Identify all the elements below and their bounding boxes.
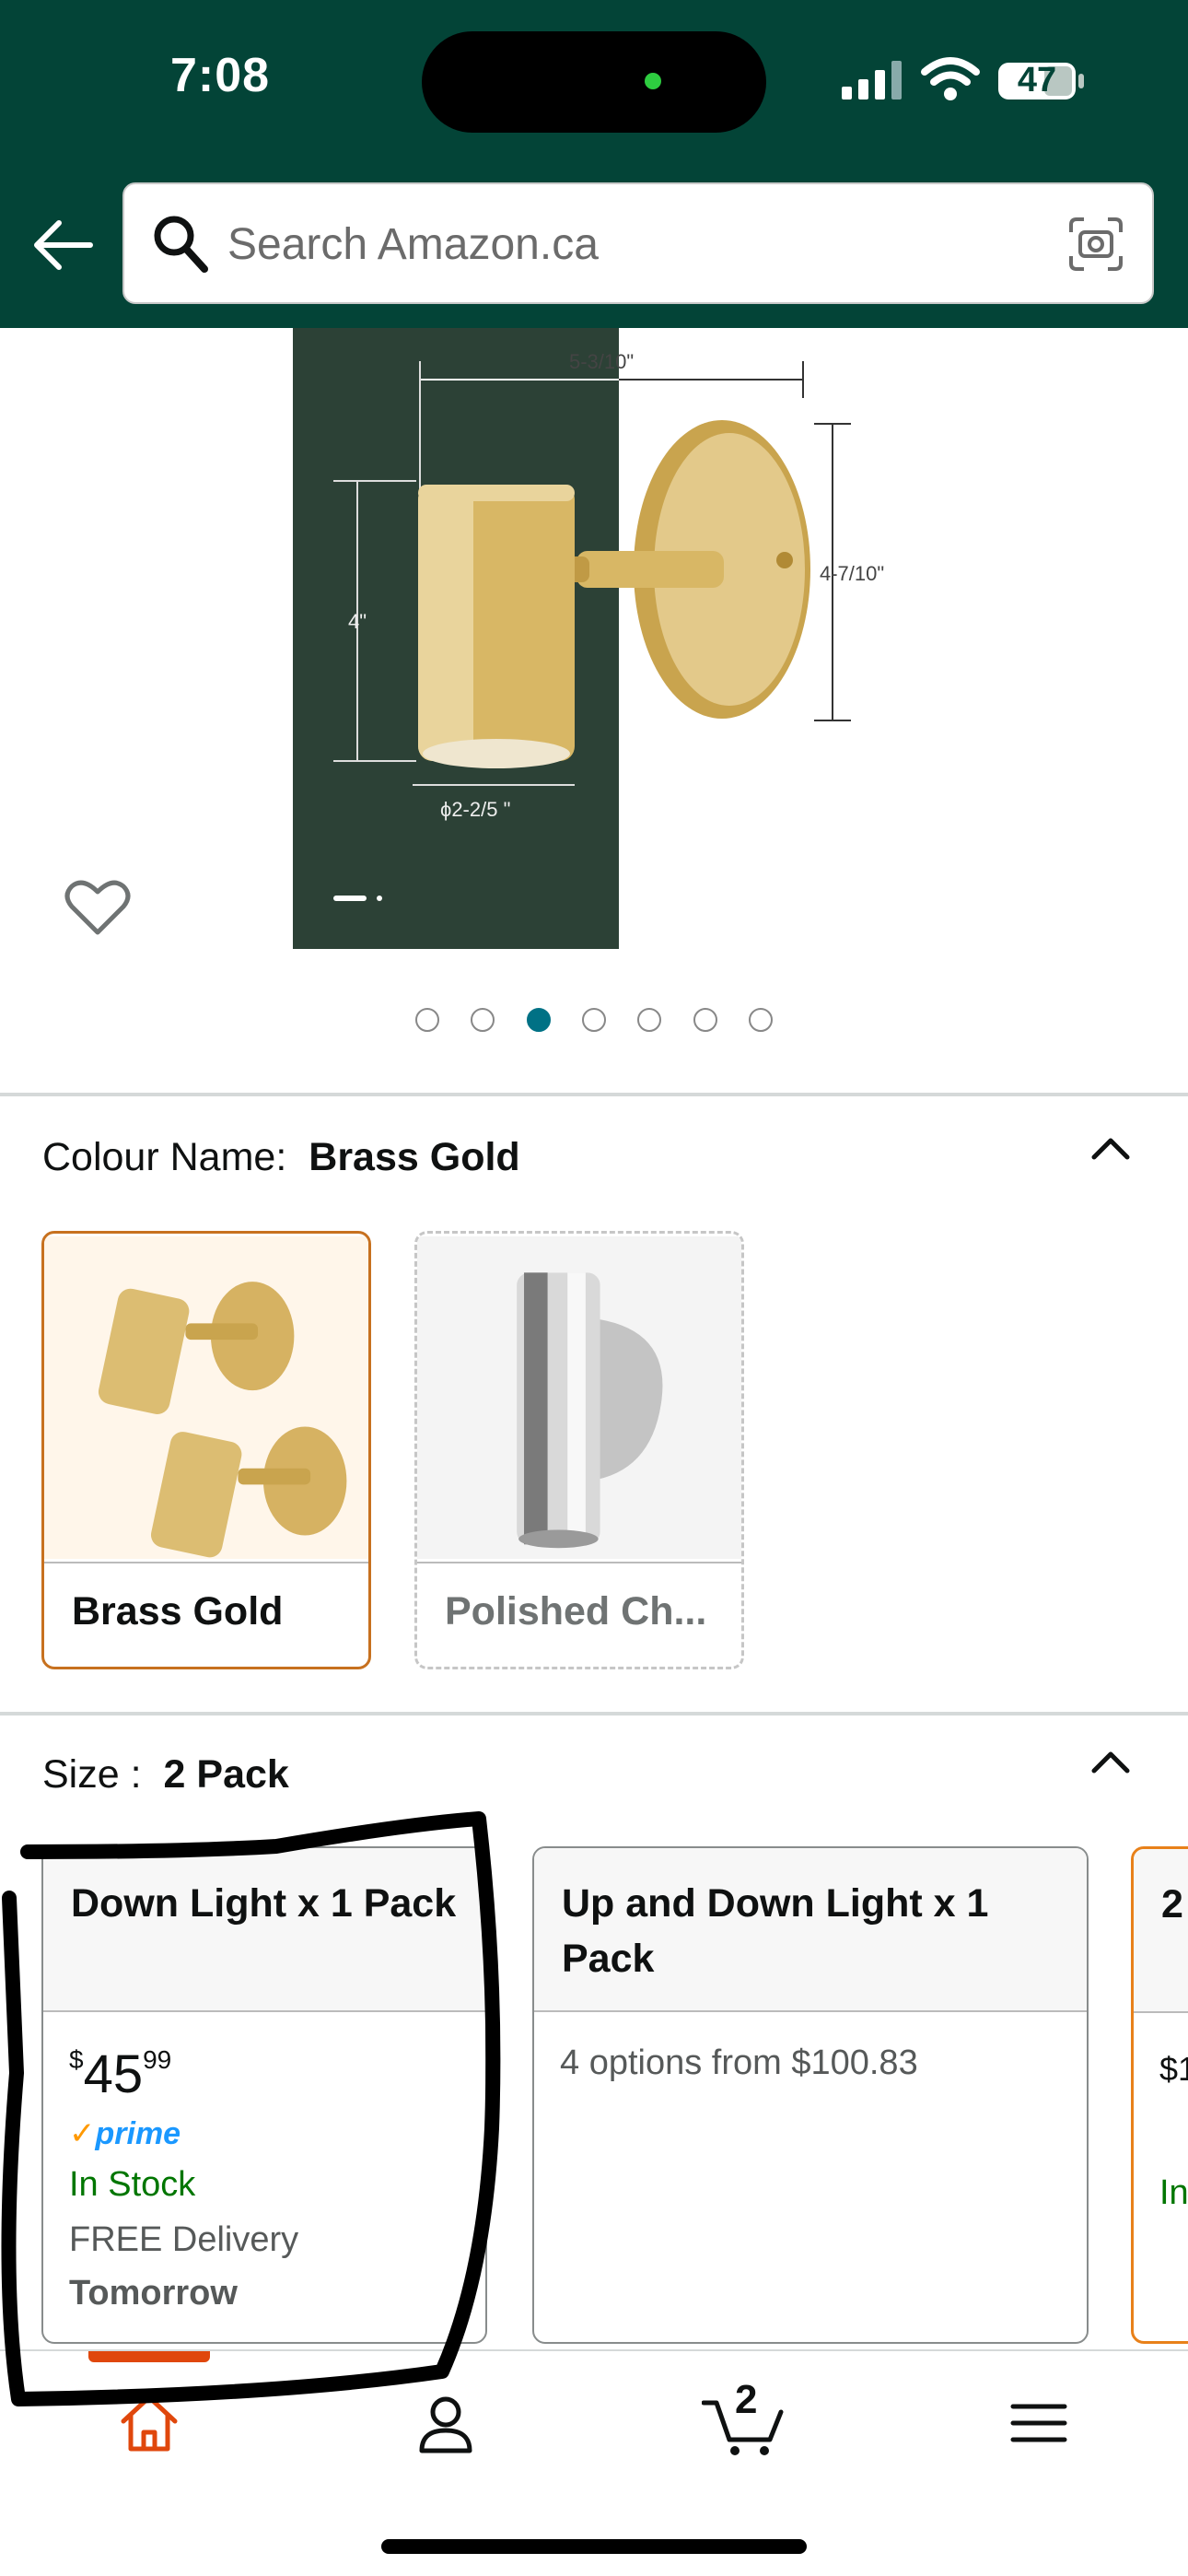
pager-dot[interactable] [693, 1008, 717, 1032]
pager-dot[interactable] [637, 1008, 662, 1032]
heart-icon[interactable] [64, 877, 131, 938]
swatch-separator [417, 1562, 741, 1563]
size-card-header: Up and Down Light x 1 Pack [534, 1848, 1087, 2012]
battery-level: 47 [1017, 61, 1057, 100]
size-option-title: Up and Down Light x 1 Pack [562, 1881, 989, 1981]
wifi-icon [921, 57, 980, 100]
options-from-price: 4 options from $100.83 [560, 2043, 918, 2082]
chevron-up-icon[interactable] [1090, 1749, 1131, 1774]
top-header: 7:08 47 Search Amazon.ca [0, 0, 1188, 328]
swatch-label: Polished Ch... [445, 1589, 707, 1633]
section-divider [0, 1712, 1188, 1715]
search-bar[interactable]: Search Amazon.ca [122, 182, 1154, 304]
product-image[interactable]: 5-3/10" 4" ϕ2-2/5 " 4-7/10" [293, 328, 901, 949]
polished-chrome-thumbnail [417, 1235, 741, 1560]
pager-dot[interactable] [749, 1008, 774, 1032]
pager-dot[interactable] [582, 1008, 606, 1032]
dimension-diameter: ϕ2-2/5 " [440, 798, 510, 821]
chevron-up-icon[interactable] [1090, 1135, 1131, 1161]
dynamic-island [422, 31, 766, 133]
home-indicator [381, 2539, 807, 2554]
colour-name-heading: Colour Name: Brass Gold [42, 1135, 520, 1180]
camera-indicator-dot [645, 73, 661, 89]
swatch-label: Brass Gold [72, 1589, 284, 1633]
size-selected: 2 Pack [163, 1752, 289, 1797]
pager-dot[interactable] [414, 1008, 439, 1032]
pager-dot[interactable] [471, 1008, 495, 1032]
cart-count-badge: 2 [735, 2377, 758, 2422]
price-partial: $1 [1159, 2050, 1188, 2088]
colour-selected: Brass Gold [309, 1135, 520, 1179]
stock-status: In [1159, 2173, 1188, 2212]
search-icon [154, 216, 208, 273]
image-pager-dots [0, 1008, 1188, 1036]
colour-label: Colour Name: [42, 1135, 287, 1179]
menu-icon[interactable] [1006, 2390, 1072, 2456]
size-label: Size : [42, 1752, 142, 1797]
dimension-width: 5-3/10" [569, 350, 634, 373]
size-card-header: 2 [1134, 1849, 1188, 2013]
swatch-separator [44, 1562, 368, 1563]
section-divider [0, 1093, 1188, 1096]
status-time: 7:08 [170, 49, 271, 102]
colour-option-brass-gold[interactable]: Brass Gold [41, 1231, 371, 1669]
dimension-shade-height: 4" [348, 610, 367, 633]
size-option-2-pack[interactable]: 2 $1 In [1131, 1846, 1188, 2344]
brass-gold-thumbnail [44, 1235, 368, 1560]
dimension-plate-height: 4-7/10" [820, 562, 884, 585]
size-option-title: 2 [1161, 1882, 1183, 1926]
back-arrow-icon[interactable] [31, 217, 94, 273]
pager-dot-active[interactable] [526, 1008, 551, 1032]
hand-drawn-highlight [1, 1811, 501, 2406]
size-option-up-and-down-light[interactable]: Up and Down Light x 1 Pack 4 options fro… [532, 1846, 1089, 2344]
colour-option-polished-chrome[interactable]: Polished Ch... [414, 1231, 744, 1669]
size-heading: Size : 2 Pack [42, 1752, 289, 1797]
cellular-signal-icon [842, 61, 902, 100]
search-input[interactable]: Search Amazon.ca [227, 219, 599, 270]
camera-scan-icon[interactable] [1067, 216, 1124, 273]
